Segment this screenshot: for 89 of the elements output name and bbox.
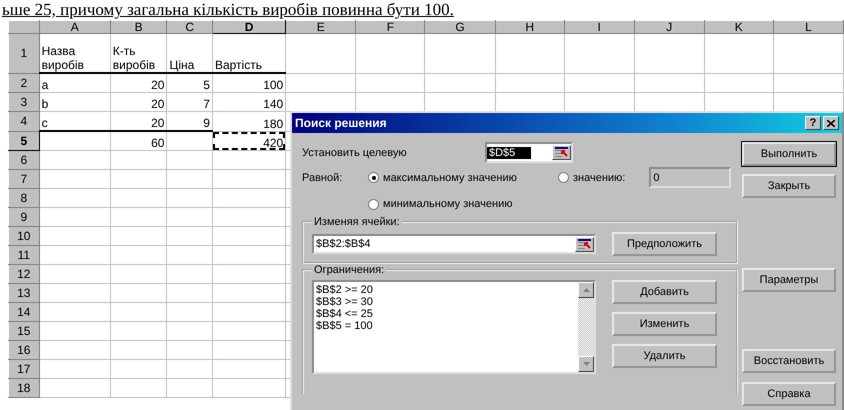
constraint-button[interactable]: Изменить <box>612 312 717 336</box>
constraints-list[interactable]: $B$2 >= 20 $B$3 >= 30 $B$4 <= 25 $B$5 = 100 <box>312 280 596 374</box>
guess-button[interactable]: Предположить <box>612 232 717 256</box>
table-cell: 420 <box>212 131 286 150</box>
table-cell: 5 <box>166 73 212 92</box>
row-header[interactable]: 10 <box>8 226 40 246</box>
scroll-up-button[interactable] <box>578 282 594 298</box>
row-header[interactable]: 14 <box>8 302 40 322</box>
row-header[interactable]: 12 <box>8 264 40 284</box>
row-header[interactable]: 4 <box>8 112 40 131</box>
list-item[interactable]: $B$5 = 100 <box>316 320 576 332</box>
row-header[interactable]: 6 <box>8 150 40 170</box>
column-header[interactable]: F <box>356 20 425 34</box>
row-header[interactable]: 15 <box>8 322 40 340</box>
column-header[interactable]: B <box>110 20 167 34</box>
target-cell-field[interactable]: $D$5 <box>485 142 573 163</box>
table-cell: 9 <box>166 112 212 131</box>
row-header[interactable]: 9 <box>8 208 40 226</box>
column-header[interactable]: L <box>773 20 844 34</box>
collapse-dialog-button[interactable] <box>552 145 571 160</box>
dialog-button[interactable]: Параметры <box>742 268 836 292</box>
row-header[interactable]: 7 <box>8 170 40 188</box>
column-header[interactable]: C <box>166 20 212 34</box>
row-header[interactable]: 13 <box>8 284 40 302</box>
column-header[interactable]: D <box>212 20 286 34</box>
dialog-title: Поиск решения <box>295 116 388 130</box>
table-cell: c <box>39 112 110 131</box>
table-cell: Ціна <box>166 34 212 73</box>
radio-empty-icon[interactable] <box>368 198 379 210</box>
group-label: Изменяя ячейки: <box>313 216 401 228</box>
table-cell: 7 <box>166 92 212 112</box>
column-header[interactable]: K <box>704 20 774 34</box>
row-header[interactable]: 1 <box>8 34 40 73</box>
table-cell: Назва виробів <box>39 34 110 73</box>
radio-option[interactable]: значению: <box>558 172 626 184</box>
table-cell: 20 <box>110 112 167 131</box>
radio-selected-icon[interactable] <box>368 172 379 183</box>
table-cell: К-ть виробів <box>110 34 167 73</box>
equal-to-label: Равной: <box>302 172 344 184</box>
table-cell: 100 <box>212 73 286 92</box>
radio-option[interactable]: минимальному значению <box>368 198 513 210</box>
select-all-corner[interactable] <box>8 20 40 34</box>
radio-option[interactable]: максимальному значению <box>368 172 517 184</box>
changing-cells-field[interactable]: $B$2:$B$4 <box>312 234 596 254</box>
row-header[interactable]: 2 <box>8 73 40 92</box>
list-item[interactable]: $B$4 <= 25 <box>316 308 576 320</box>
table-cell: 140 <box>212 92 286 112</box>
table-cell: 60 <box>110 131 167 150</box>
range-grid-arrow-icon <box>555 147 568 158</box>
column-header[interactable]: I <box>564 20 634 34</box>
range-grid-arrow-icon <box>578 238 591 250</box>
table-cell: 20 <box>110 92 167 112</box>
dialog-button[interactable]: Выполнить <box>742 142 836 166</box>
target-cell-label: Установить целевую <box>302 146 408 158</box>
table-cell: Вартість <box>212 34 286 73</box>
row-header[interactable]: 8 <box>8 188 40 208</box>
table-cell: 180 <box>212 112 286 131</box>
constraint-button[interactable]: Удалить <box>612 344 717 368</box>
dialog-button[interactable]: Справка <box>742 382 836 406</box>
help-button[interactable]: ? <box>805 116 821 130</box>
table-cell: 20 <box>110 73 167 92</box>
row-header[interactable]: 17 <box>8 360 40 378</box>
list-item[interactable]: $B$2 >= 20 <box>316 284 576 296</box>
column-header[interactable]: H <box>495 20 564 34</box>
up-arrow-icon <box>582 288 590 292</box>
close-button[interactable] <box>823 116 839 130</box>
close-icon <box>827 120 835 126</box>
collapse-dialog-button[interactable] <box>575 236 594 252</box>
dialog-button[interactable]: Восстановить <box>742 349 836 373</box>
column-header[interactable]: J <box>634 20 704 34</box>
row-header[interactable]: 16 <box>8 340 40 360</box>
row-header[interactable]: 3 <box>8 92 40 112</box>
list-item[interactable]: $B$3 >= 30 <box>316 296 576 308</box>
column-header[interactable]: A <box>39 20 110 34</box>
selected-text: $D$5 <box>487 146 532 158</box>
row-header[interactable]: 11 <box>8 246 40 264</box>
constraint-button[interactable]: Добавить <box>612 280 717 304</box>
scroll-down-button[interactable] <box>578 356 594 372</box>
row-header[interactable]: 18 <box>8 378 40 398</box>
table-cell: a <box>39 73 110 92</box>
document-text: ьше 25, причому загальна кількість виробів повинна бути 100. <box>2 0 455 20</box>
column-header[interactable]: G <box>424 20 496 34</box>
row-header[interactable]: 5 <box>8 131 40 150</box>
table-cell: b <box>39 92 110 112</box>
radio-empty-icon[interactable] <box>558 172 569 183</box>
group-label: Ограничения: <box>313 264 386 276</box>
down-arrow-icon <box>582 362 590 366</box>
column-header[interactable]: E <box>286 20 356 34</box>
dialog-button[interactable]: Закрыть <box>742 174 836 198</box>
